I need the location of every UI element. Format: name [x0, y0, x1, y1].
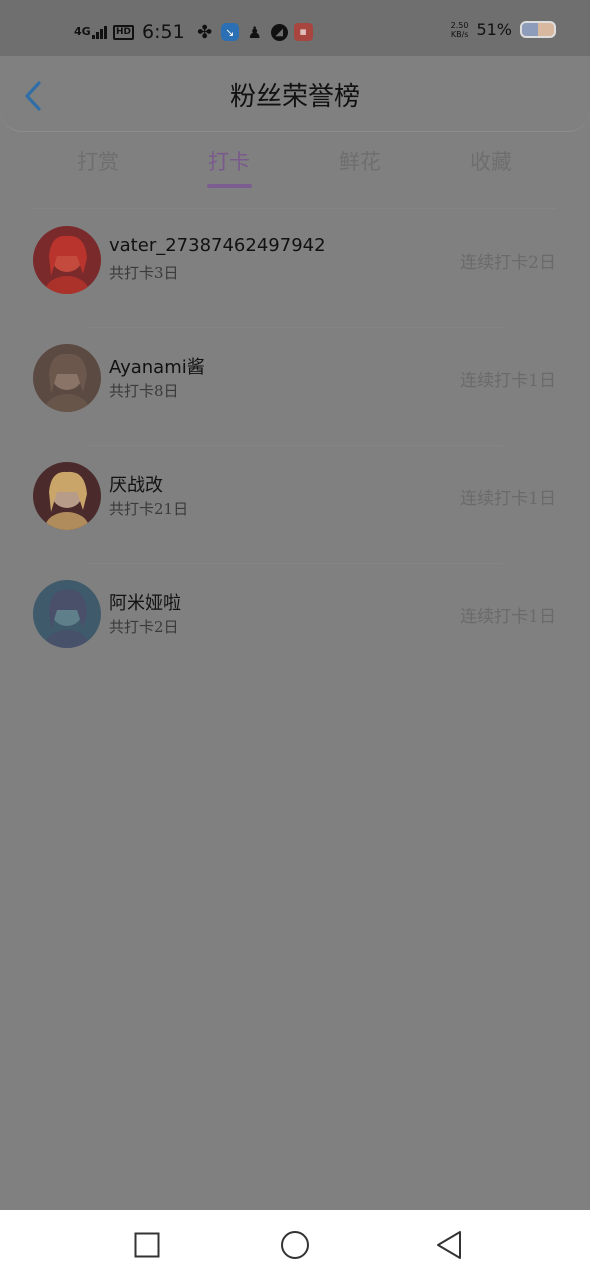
square-icon [134, 1232, 160, 1258]
signal-icon [92, 25, 107, 39]
avatar[interactable] [33, 462, 101, 530]
triangle-back-icon [437, 1231, 461, 1259]
avatar[interactable] [33, 226, 101, 294]
speed-value: 2.50 [450, 20, 469, 30]
status-right: 2.50 KB/s 51% [451, 20, 556, 39]
fan-name: 阿米娅啦 [109, 593, 181, 614]
system-nav-bar [0, 1210, 590, 1280]
page-title: 粉丝荣誉榜 [229, 82, 360, 112]
list-item[interactable]: 厌战改 共打卡21日 连续打卡1日 [0, 446, 590, 564]
page-header: 粉丝荣誉榜 [0, 56, 590, 132]
streak-checkins: 连续打卡2日 [460, 253, 556, 273]
fan-name: Ayanami酱 [109, 357, 205, 378]
app-screen: 4G HD 6:51 ✤ ↘ ♟ ◢ ▦ 2.50 KB/s 51% 粉丝荣誉榜… [0, 0, 590, 1210]
recents-button[interactable] [130, 1228, 164, 1262]
list-item[interactable]: vater_27387462497942 共打卡3日 连续打卡2日 [0, 210, 590, 328]
streak-checkins: 连续打卡1日 [460, 489, 556, 509]
fan-list: vater_27387462497942 共打卡3日 连续打卡2日 Ayanam… [0, 210, 590, 682]
tab-flowers[interactable]: 鲜花 [310, 146, 410, 176]
fan-name: vater_27387462497942 [109, 235, 326, 256]
tab-checkin[interactable]: 打卡 [179, 146, 279, 176]
blue-app-icon: ↘ [220, 23, 239, 41]
avatar[interactable] [33, 344, 101, 412]
list-item[interactable]: Ayanami酱 共打卡8日 连续打卡1日 [0, 328, 590, 446]
network-speed: 2.50 KB/s [451, 21, 469, 39]
active-tab-indicator [207, 184, 252, 188]
back-nav-button[interactable] [432, 1228, 466, 1262]
tab-reward[interactable]: 打赏 [48, 146, 148, 176]
red-app-icon: ▦ [293, 23, 313, 41]
dark-app-icon: ◢ [270, 23, 288, 41]
divider [34, 208, 556, 209]
speed-unit: KB/s [450, 29, 469, 39]
home-button[interactable] [278, 1228, 312, 1262]
total-checkins: 共打卡2日 [109, 618, 179, 636]
tab-favorites[interactable]: 收藏 [441, 146, 541, 176]
qq-icon: ♟ [247, 22, 262, 42]
streak-checkins: 连续打卡1日 [460, 607, 556, 627]
tab-bar: 打赏 打卡 鲜花 收藏 [0, 132, 590, 194]
total-checkins: 共打卡3日 [109, 264, 179, 282]
streak-checkins: 连续打卡1日 [460, 371, 556, 391]
total-checkins: 共打卡8日 [109, 382, 179, 400]
hd-badge: HD [113, 24, 135, 40]
avatar[interactable] [33, 580, 101, 648]
status-left: 4G HD 6:51 ✤ ↘ ♟ ◢ ▦ [74, 18, 313, 46]
circle-icon [281, 1231, 309, 1259]
fan-name: 厌战改 [109, 475, 163, 496]
clock: 6:51 [142, 21, 185, 43]
total-checkins: 共打卡21日 [109, 500, 189, 518]
battery-percent: 51% [476, 20, 512, 39]
battery-icon [520, 21, 556, 38]
fan-app-icon: ✤ [197, 21, 213, 43]
list-item[interactable]: 阿米娅啦 共打卡2日 连续打卡1日 [0, 564, 590, 682]
status-bar: 4G HD 6:51 ✤ ↘ ♟ ◢ ▦ 2.50 KB/s 51% [0, 0, 590, 56]
network-type: 4G [74, 25, 91, 38]
